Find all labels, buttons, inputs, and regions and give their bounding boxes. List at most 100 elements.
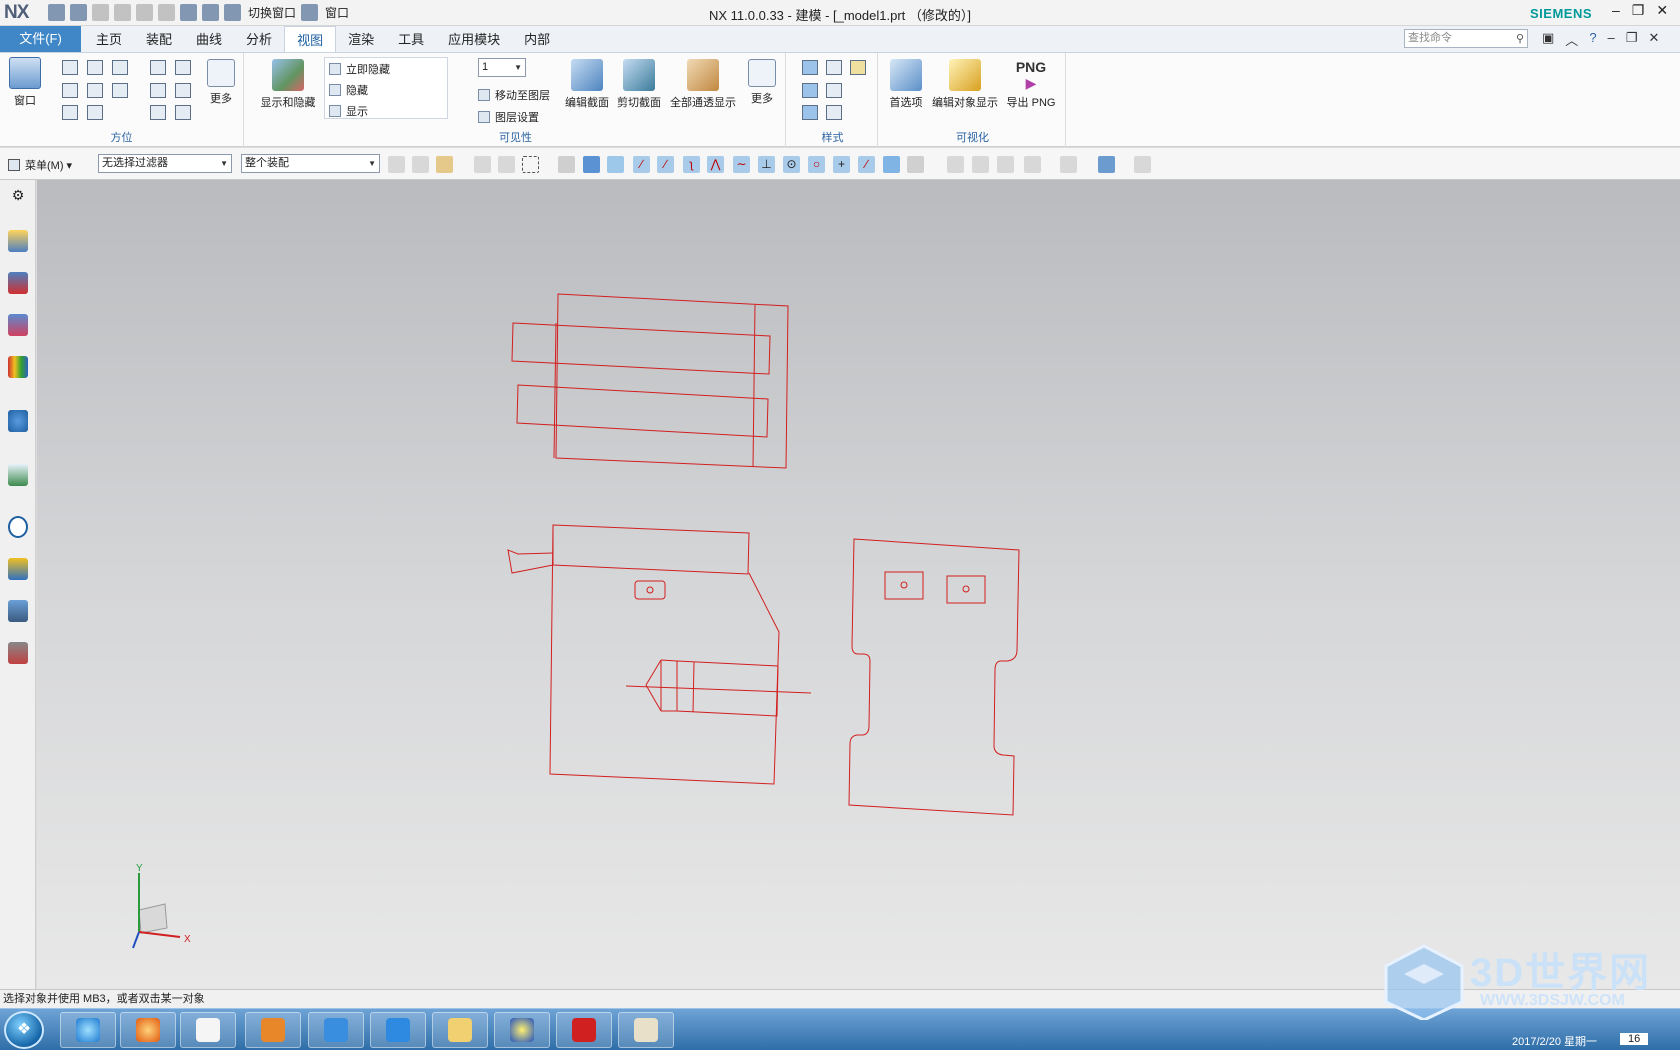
tab-tools[interactable]: 工具: [386, 26, 436, 52]
show-item[interactable]: 显示: [329, 103, 368, 119]
right-view-icon[interactable]: [87, 83, 103, 98]
collapse-ribbon-icon[interactable]: ︿: [1565, 30, 1578, 49]
select-all-icon[interactable]: [474, 156, 491, 173]
circle-center-icon[interactable]: ⊙: [783, 156, 800, 173]
tab-applications[interactable]: 应用模块: [436, 26, 512, 52]
taskbar-paint[interactable]: [618, 1012, 674, 1048]
orient-more-button[interactable]: 更多: [203, 59, 239, 106]
arc-center-icon[interactable]: ⊥: [758, 156, 775, 173]
taskbar-firefox[interactable]: [120, 1012, 176, 1048]
show-faces-icon[interactable]: [583, 156, 600, 173]
pan-icon[interactable]: [150, 83, 166, 98]
selection-scope-select[interactable]: 整个装配: [241, 154, 380, 173]
edit-section-button[interactable]: 编辑截面: [562, 59, 612, 110]
partial-shaded-icon[interactable]: [802, 105, 818, 120]
roles-icon[interactable]: [8, 642, 28, 664]
view-orient-icon[interactable]: [1024, 156, 1041, 173]
part-navigator-icon[interactable]: [8, 314, 28, 336]
rotate-view-icon[interactable]: [997, 156, 1014, 173]
intersection-point-icon[interactable]: ⋀: [707, 156, 724, 173]
tab-internal[interactable]: 内部: [512, 26, 562, 52]
snap-toggle-icon[interactable]: [558, 156, 575, 173]
web-browser-icon[interactable]: [8, 464, 28, 486]
hide-item[interactable]: 隐藏: [329, 82, 368, 98]
tab-home[interactable]: 主页: [84, 26, 134, 52]
window-button[interactable]: 窗口: [6, 57, 44, 108]
studio-icon[interactable]: [850, 60, 866, 75]
process-studio-icon[interactable]: [8, 600, 28, 622]
hd3d-tools-icon[interactable]: [8, 410, 28, 432]
all-through-button[interactable]: 全部通透显示: [666, 59, 740, 110]
render-style-icon[interactable]: [1060, 156, 1077, 173]
rotate-icon[interactable]: [175, 83, 191, 98]
taskbar-explorer[interactable]: [432, 1012, 488, 1048]
tab-analysis[interactable]: 分析: [234, 26, 284, 52]
taskbar-bird[interactable]: [308, 1012, 364, 1048]
point-on-curve-icon[interactable]: ∕: [858, 156, 875, 173]
restore-icon[interactable]: ❐: [1632, 2, 1645, 19]
show-hide-toolbar-icon[interactable]: [1134, 156, 1151, 173]
taskbar-autocad[interactable]: [556, 1012, 612, 1048]
settings-gear-icon[interactable]: ⚙: [8, 184, 28, 206]
control-point-icon[interactable]: ʅ: [683, 156, 700, 173]
restore-view-icon[interactable]: [175, 105, 191, 120]
clip-section-button[interactable]: 剪切截面: [614, 59, 664, 110]
doc-close-icon[interactable]: ✕: [1648, 30, 1659, 49]
fit-icon[interactable]: [150, 60, 166, 75]
layer-select[interactable]: 1: [478, 58, 526, 77]
left-view-icon[interactable]: [62, 83, 78, 98]
tab-assembly[interactable]: 装配: [134, 26, 184, 52]
main-menu-button[interactable]: 菜单(M) ▾: [8, 157, 72, 173]
layer-settings-button[interactable]: 图层设置: [478, 109, 539, 125]
doc-restore-icon[interactable]: ❐: [1626, 30, 1638, 49]
iso-view-icon[interactable]: [112, 60, 128, 75]
tray-time[interactable]: 16: [1620, 1033, 1649, 1045]
taskbar-nx[interactable]: [494, 1012, 550, 1048]
minimize-icon[interactable]: ‒: [1612, 2, 1620, 19]
selection-filter-select[interactable]: 无选择过滤器: [98, 154, 232, 173]
back-view-icon[interactable]: [87, 105, 103, 120]
point-snap-icon[interactable]: [607, 156, 624, 173]
show-hide-button[interactable]: 显示和隐藏: [256, 59, 320, 110]
quadrant-point-icon[interactable]: ○: [808, 156, 825, 173]
system-materials-icon[interactable]: [8, 558, 28, 580]
refresh-icon[interactable]: [150, 105, 166, 120]
immediate-hide-item[interactable]: 立即隐藏: [329, 61, 390, 77]
mid-point-icon[interactable]: ∕: [657, 156, 674, 173]
help-icon[interactable]: ?: [1589, 30, 1596, 49]
zoom-view-icon[interactable]: [972, 156, 989, 173]
taskbar-notepad[interactable]: [180, 1012, 236, 1048]
taskbar-ie[interactable]: [60, 1012, 116, 1048]
bounded-grid-icon[interactable]: [907, 156, 924, 173]
color-filter-icon[interactable]: [436, 156, 453, 173]
hidden-edges-icon[interactable]: [826, 83, 842, 98]
reuse-library-icon[interactable]: [8, 356, 28, 378]
tray-date[interactable]: 2017/2/20 星期一: [1512, 1033, 1597, 1049]
start-button[interactable]: ❖: [4, 1011, 44, 1049]
visibility-more-button[interactable]: 更多: [744, 59, 780, 106]
trimetric-view-icon[interactable]: [112, 83, 128, 98]
graphics-window[interactable]: Y X: [37, 180, 1680, 990]
tab-render[interactable]: 渲染: [336, 26, 386, 52]
point-on-face-icon[interactable]: [883, 156, 900, 173]
taskbar-cloud[interactable]: [370, 1012, 426, 1048]
taskbar-game[interactable]: [245, 1012, 301, 1048]
close-icon[interactable]: ✕: [1656, 2, 1668, 19]
bottom-view-icon[interactable]: [62, 105, 78, 120]
move-to-layer-button[interactable]: 移动至图层: [478, 87, 550, 103]
shaded-icon[interactable]: [802, 83, 818, 98]
file-menu-tab[interactable]: 文件(F): [0, 26, 81, 52]
zoom-icon[interactable]: [175, 60, 191, 75]
tab-curve[interactable]: 曲线: [184, 26, 234, 52]
preferences-button[interactable]: 首选项: [884, 59, 928, 110]
existing-point-icon[interactable]: +: [833, 156, 850, 173]
curve-point-icon[interactable]: ∼: [733, 156, 750, 173]
type-filter-icon[interactable]: [388, 156, 405, 173]
search-icon[interactable]: ⚲: [1516, 31, 1524, 48]
fit-view-icon[interactable]: [947, 156, 964, 173]
front-view-icon[interactable]: [62, 60, 78, 75]
tab-view[interactable]: 视图: [284, 26, 337, 52]
shaded-edges-icon[interactable]: [802, 60, 818, 75]
top-view-icon[interactable]: [87, 60, 103, 75]
general-filter-icon[interactable]: [412, 156, 429, 173]
